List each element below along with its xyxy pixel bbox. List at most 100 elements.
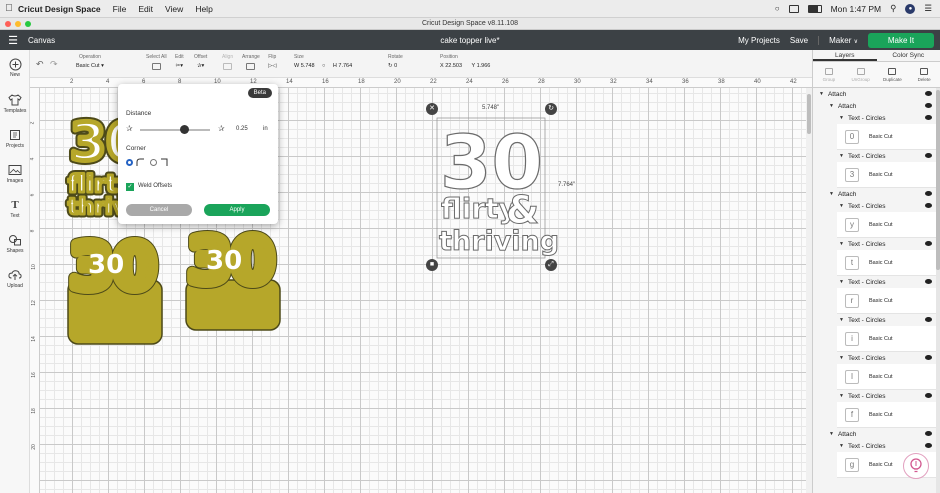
sidebar-item-upload[interactable]: Upload	[0, 269, 30, 289]
eye-icon[interactable]	[925, 191, 932, 196]
x-input[interactable]: 22.503	[445, 63, 462, 69]
layer-row-text[interactable]: ▼ Text - Circles	[839, 112, 940, 124]
rotate-input[interactable]: 0	[394, 63, 397, 69]
redo-icon[interactable]: ↷	[50, 59, 58, 70]
layer-cut-row[interactable]: y Basic Cut	[837, 212, 936, 238]
layer-row-text[interactable]: ▼ Text - Circles	[839, 276, 940, 288]
operation-select[interactable]: Basic Cut ▾	[76, 63, 104, 69]
menu-edit[interactable]: Edit	[138, 4, 153, 14]
eye-icon[interactable]	[925, 103, 932, 108]
layer-row-attach[interactable]: ▼ Attach	[829, 428, 940, 440]
sidebar-item-text[interactable]: T Text	[0, 199, 30, 219]
edit-control[interactable]: Edit ✂▾	[175, 54, 184, 69]
eye-icon[interactable]	[925, 393, 932, 398]
menu-file[interactable]: File	[113, 4, 127, 14]
eye-icon[interactable]	[925, 241, 932, 246]
sidebar-item-templates[interactable]: Templates	[0, 94, 30, 114]
resize-handle-icon[interactable]: ⤢	[545, 259, 557, 271]
zoom-window-button[interactable]	[25, 21, 31, 27]
apply-button[interactable]: Apply	[204, 204, 270, 216]
make-it-button[interactable]: Make It	[868, 32, 934, 48]
sidebar-item-projects[interactable]: Projects	[0, 129, 30, 149]
sidebar-item-new[interactable]: New	[0, 58, 30, 78]
layer-row-attach-root[interactable]: ▼ Attach	[819, 88, 940, 100]
layer-row-text[interactable]: ▼ Text - Circles	[839, 390, 940, 402]
delete-handle-icon[interactable]: ✕	[426, 103, 438, 115]
airplay-icon[interactable]	[788, 4, 799, 13]
canvas-scrollbar-thumb[interactable]	[807, 94, 811, 134]
eye-icon[interactable]	[925, 153, 932, 158]
eye-icon[interactable]	[925, 203, 932, 208]
corner-rounded-radio[interactable]	[126, 159, 133, 166]
delete-button[interactable]: Delete	[908, 62, 940, 87]
my-projects-link[interactable]: My Projects	[738, 36, 780, 45]
layer-row-text[interactable]: ▼ Text - Circles	[839, 200, 940, 212]
weld-offsets-checkbox[interactable]: ✓	[126, 183, 134, 191]
hamburger-menu-icon[interactable]: ☰	[0, 34, 26, 47]
selected-design[interactable]: 30 flirty & thriving 5.748" 7.764"	[436, 105, 575, 259]
distance-input[interactable]: 0.25	[236, 126, 248, 132]
y-input[interactable]: 1.966	[477, 63, 491, 69]
layer-row-text[interactable]: ▼ Text - Circles	[839, 352, 940, 364]
distance-slider[interactable]	[140, 129, 210, 131]
menu-app-name[interactable]: Cricut Design Space	[18, 4, 101, 14]
eye-icon[interactable]	[925, 431, 932, 436]
undo-icon[interactable]: ↶	[36, 59, 44, 70]
battery-icon[interactable]	[807, 4, 822, 13]
tab-layers[interactable]: Layers	[813, 50, 877, 61]
eye-icon[interactable]	[925, 279, 932, 284]
corner-square-radio[interactable]	[150, 159, 157, 166]
layer-cut-row[interactable]: f Basic Cut	[837, 402, 936, 428]
sidebar-item-shapes[interactable]: Shapes	[0, 234, 30, 254]
user-avatar[interactable]: ●	[905, 3, 916, 14]
eye-icon[interactable]	[925, 317, 932, 322]
layer-row-text[interactable]: ▼ Text - Circles	[839, 150, 940, 162]
eye-icon[interactable]	[925, 443, 932, 448]
cancel-button[interactable]: Cancel	[126, 204, 192, 216]
wifi-icon[interactable]: ○	[775, 4, 780, 13]
align-control[interactable]: Align	[222, 54, 233, 70]
arrange-control[interactable]: Arrange	[242, 54, 260, 70]
layer-row-text[interactable]: ▼ Text - Circles	[839, 238, 940, 250]
eye-icon[interactable]	[925, 91, 932, 96]
group-button[interactable]: Group	[813, 62, 845, 87]
layers-scrollbar-thumb[interactable]	[936, 90, 940, 270]
layer-row-attach[interactable]: ▼ Attach	[829, 100, 940, 112]
layer-row-text[interactable]: ▼ Text - Circles	[839, 440, 940, 452]
layer-cut-row[interactable]: t Basic Cut	[837, 250, 936, 276]
rotate-handle-icon[interactable]: ↻	[545, 103, 557, 115]
sidebar-item-images[interactable]: Images	[0, 164, 30, 184]
layer-cut-row[interactable]: 0 Basic Cut	[837, 124, 936, 150]
apple-icon[interactable]: 	[0, 3, 18, 14]
ungroup-button[interactable]: UnGroup	[845, 62, 877, 87]
duplicate-button[interactable]: Duplicate	[877, 62, 909, 87]
layer-cut-row[interactable]: i Basic Cut	[837, 326, 936, 352]
lock-handle-icon[interactable]: ■	[426, 259, 438, 271]
save-button[interactable]: Save	[790, 36, 808, 45]
operation-control[interactable]: Operation Basic Cut ▾	[76, 54, 104, 69]
clock[interactable]: Mon 1:47 PM	[831, 4, 882, 14]
layer-cut-row[interactable]: l Basic Cut	[837, 364, 936, 390]
close-window-button[interactable]	[5, 21, 11, 27]
height-input[interactable]: 7.764	[338, 63, 352, 69]
menu-view[interactable]: View	[165, 4, 183, 14]
offset-design-bottom-left[interactable]: 30 30 30	[64, 224, 163, 345]
search-icon[interactable]: ⚲	[890, 3, 896, 14]
distance-slider-handle[interactable]	[180, 125, 189, 134]
offset-control[interactable]: Offset ✰▾	[194, 54, 207, 69]
lock-icon[interactable]: ○	[322, 63, 325, 69]
select-all-control[interactable]: Select All	[146, 54, 167, 70]
width-input[interactable]: 5.748	[301, 63, 315, 69]
minimize-window-button[interactable]	[15, 21, 21, 27]
eye-icon[interactable]	[925, 115, 932, 120]
tab-color-sync[interactable]: Color Sync	[877, 50, 940, 61]
eye-icon[interactable]	[925, 355, 932, 360]
control-center-icon[interactable]: ☰	[924, 3, 932, 14]
offset-design-bottom-middle[interactable]: 30 30 30	[182, 218, 281, 331]
layer-row-attach[interactable]: ▼ Attach	[829, 188, 940, 200]
layers-scrollbar[interactable]	[936, 88, 940, 493]
layer-cut-row[interactable]: 3 Basic Cut	[837, 162, 936, 188]
menu-help[interactable]: Help	[195, 4, 212, 14]
flip-control[interactable]: Flip ▷◁	[268, 54, 276, 69]
layer-row-text[interactable]: ▼ Text - Circles	[839, 314, 940, 326]
